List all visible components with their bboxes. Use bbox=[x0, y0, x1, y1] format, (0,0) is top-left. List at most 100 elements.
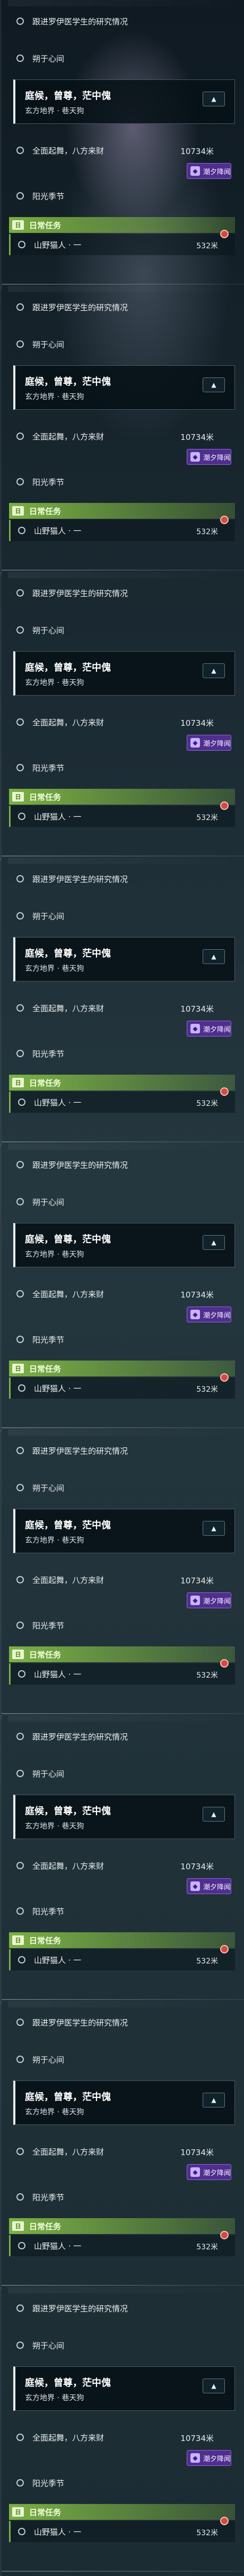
chevron-up-icon[interactable]: ▲ bbox=[203, 377, 225, 392]
panel-top-strip bbox=[8, 1143, 241, 1150]
quest-item-fortune[interactable]: 全面起舞，八方来财 10734米 bbox=[9, 1572, 235, 1587]
quest-item-heart[interactable]: 朔于心间 bbox=[9, 51, 235, 66]
daily-task-item[interactable]: 山野猫人 · 一 532米 bbox=[9, 1945, 235, 1970]
quest-item-fortune[interactable]: 全面起舞，八方来财 10734米 bbox=[9, 1001, 235, 1015]
quest-item-heart[interactable]: 朔于心间 bbox=[9, 1480, 235, 1495]
tide-event-icon: ◆ bbox=[190, 452, 200, 462]
daily-task-icon: 日 bbox=[12, 1935, 24, 1945]
quest-item-sunlight[interactable]: 阳光季节 bbox=[9, 2475, 235, 2490]
chevron-up-icon[interactable]: ▲ bbox=[203, 663, 225, 678]
quest-item-sunlight[interactable]: 阳光季节 bbox=[9, 2190, 235, 2204]
tide-event-icon: ◆ bbox=[190, 1881, 200, 1891]
daily-task-item[interactable]: 山野猫人 · 一 532米 bbox=[9, 2517, 235, 2542]
tracked-quest-card[interactable]: 庭候，曾尊，茫中傀 玄方地界 · 巷天狗 ▲ bbox=[13, 1223, 235, 1267]
tracked-quest-card[interactable]: 庭候，曾尊，茫中傀 玄方地界 · 巷天狗 ▲ bbox=[13, 651, 235, 696]
chevron-up-icon[interactable]: ▲ bbox=[203, 2093, 225, 2107]
panel-divider bbox=[2, 2285, 244, 2286]
quest-item-heart[interactable]: 朔于心间 bbox=[9, 1766, 235, 1781]
daily-task-item[interactable]: 山野猫人 · 一 532米 bbox=[9, 1659, 235, 1685]
tracked-quest-card[interactable]: 庭候，曾尊，茫中傀 玄方地界 · 巷天狗 ▲ bbox=[13, 2366, 235, 2411]
quest-item-fortune[interactable]: 全面起舞，八方来财 10734米 bbox=[9, 1286, 235, 1301]
quest-item-research[interactable]: 跟进罗伊医学生的研究情况 bbox=[9, 300, 235, 314]
daily-task-header[interactable]: 日 日常任务 bbox=[9, 503, 235, 519]
chevron-up-icon[interactable]: ▲ bbox=[203, 2379, 225, 2393]
quest-item-research[interactable]: 跟进罗伊医学生的研究情况 bbox=[9, 586, 235, 600]
quest-panel: 跟进罗伊医学生的研究情况 朔于心间 庭候，曾尊，茫中傀 玄方地界 · 巷天狗 ▲… bbox=[0, 1143, 244, 1433]
quest-item-heart[interactable]: 朔于心间 bbox=[9, 908, 235, 923]
daily-task-header[interactable]: 日 日常任务 bbox=[9, 789, 235, 805]
tracked-quest-card[interactable]: 庭候，曾尊，茫中傀 玄方地界 · 巷天狗 ▲ bbox=[13, 1795, 235, 1839]
tracked-quest-location: 玄方地界 · 巷天狗 bbox=[25, 1822, 84, 1831]
radio-circle-icon bbox=[16, 192, 24, 200]
daily-task-item[interactable]: 山野猫人 · 一 532米 bbox=[9, 230, 235, 255]
daily-task-header[interactable]: 日 日常任务 bbox=[9, 1075, 235, 1091]
tracked-quest-card[interactable]: 庭候，曾尊，茫中傀 玄方地界 · 巷天狗 ▲ bbox=[13, 1509, 235, 1553]
quest-item-sunlight[interactable]: 阳光季节 bbox=[9, 1904, 235, 1919]
quest-item-sunlight[interactable]: 阳光季节 bbox=[9, 474, 235, 489]
daily-task-header[interactable]: 日 日常任务 bbox=[9, 1361, 235, 1376]
daily-task-item[interactable]: 山野猫人 · 一 532米 bbox=[9, 1373, 235, 1399]
tracked-quest-card[interactable]: 庭候，曾尊，茫中傀 玄方地界 · 巷天狗 ▲ bbox=[13, 937, 235, 981]
tracked-quest-card[interactable]: 庭候，曾尊，茫中傀 玄方地界 · 巷天狗 ▲ bbox=[13, 2080, 235, 2125]
quest-item-fortune[interactable]: 全面起舞，八方来财 10734米 bbox=[9, 2430, 235, 2445]
quest-item-heart[interactable]: 朔于心间 bbox=[9, 2052, 235, 2067]
daily-task-header[interactable]: 日 日常任务 bbox=[9, 1932, 235, 1948]
tracked-quest-card[interactable]: 庭候，曾尊，茫中傀 玄方地界 · 巷天狗 ▲ bbox=[13, 79, 235, 124]
alert-dot-icon bbox=[220, 2231, 229, 2239]
quest-item-research[interactable]: 跟进罗伊医学生的研究情况 bbox=[9, 2301, 235, 2316]
chevron-up-icon[interactable]: ▲ bbox=[203, 1235, 225, 1250]
daily-task-title: 山野猫人 · 一 bbox=[34, 1383, 82, 1393]
radio-circle-icon bbox=[16, 2341, 24, 2349]
quest-item-sunlight[interactable]: 阳光季节 bbox=[9, 1332, 235, 1347]
quest-item-research[interactable]: 跟进罗伊医学生的研究情况 bbox=[9, 1157, 235, 1172]
chevron-up-icon[interactable]: ▲ bbox=[203, 1807, 225, 1822]
daily-task-item[interactable]: 山野猫人 · 一 532米 bbox=[9, 2231, 235, 2256]
quest-item-sunlight[interactable]: 阳光季节 bbox=[9, 1046, 235, 1061]
quest-item-fortune[interactable]: 全面起舞，八方来财 10734米 bbox=[9, 2144, 235, 2159]
tide-event-badge[interactable]: ◆ 潮夕降闻 bbox=[187, 1592, 231, 1608]
chevron-up-icon[interactable]: ▲ bbox=[203, 92, 225, 106]
tide-event-badge[interactable]: ◆ 潮夕降闻 bbox=[187, 163, 231, 179]
quest-item-fortune[interactable]: 全面起舞，八方来财 10734米 bbox=[9, 143, 235, 158]
tide-event-badge[interactable]: ◆ 潮夕降闻 bbox=[187, 735, 231, 751]
quest-item-heart[interactable]: 朔于心间 bbox=[9, 1194, 235, 1209]
quest-item-heart[interactable]: 朔于心间 bbox=[9, 623, 235, 637]
quest-item-research[interactable]: 跟进罗伊医学生的研究情况 bbox=[9, 1729, 235, 1744]
badge-label: 潮夕降闻 bbox=[203, 454, 231, 462]
alert-dot-icon bbox=[220, 1659, 229, 1668]
quest-item-sunlight[interactable]: 阳光季节 bbox=[9, 188, 235, 203]
tide-event-badge[interactable]: ◆ 潮夕降闻 bbox=[187, 1878, 231, 1894]
quest-item-fortune[interactable]: 全面起舞，八方来财 10734米 bbox=[9, 1858, 235, 1873]
daily-task-distance: 532米 bbox=[196, 1671, 218, 1680]
tracked-quest-title: 庭候，曾尊，茫中傀 bbox=[25, 948, 111, 959]
chevron-up-icon[interactable]: ▲ bbox=[203, 1521, 225, 1536]
tracked-quest-card[interactable]: 庭候，曾尊，茫中傀 玄方地界 · 巷天狗 ▲ bbox=[13, 365, 235, 410]
tide-event-badge[interactable]: ◆ 潮夕降闻 bbox=[187, 2164, 231, 2180]
chevron-up-icon[interactable]: ▲ bbox=[203, 949, 225, 964]
daily-task-header[interactable]: 日 日常任务 bbox=[9, 2218, 235, 2234]
daily-task-item[interactable]: 山野猫人 · 一 532米 bbox=[9, 801, 235, 827]
quest-item-research[interactable]: 跟进罗伊医学生的研究情况 bbox=[9, 871, 235, 886]
quest-item-sunlight[interactable]: 阳光季节 bbox=[9, 1618, 235, 1633]
daily-task-header[interactable]: 日 日常任务 bbox=[9, 217, 235, 233]
quest-item-fortune[interactable]: 全面起舞，八方来财 10734米 bbox=[9, 429, 235, 444]
quest-item-heart[interactable]: 朔于心间 bbox=[9, 337, 235, 352]
badge-label: 潮夕降闻 bbox=[203, 168, 231, 176]
quest-item-research[interactable]: 跟进罗伊医学生的研究情况 bbox=[9, 2015, 235, 2030]
daily-task-item[interactable]: 山野猫人 · 一 532米 bbox=[9, 516, 235, 541]
tide-event-badge[interactable]: ◆ 潮夕降闻 bbox=[187, 2450, 231, 2466]
quest-item-sunlight[interactable]: 阳光季节 bbox=[9, 760, 235, 775]
quest-title: 全面起舞，八方来财 bbox=[32, 1575, 104, 1585]
daily-task-item[interactable]: 山野猫人 · 一 532米 bbox=[9, 1087, 235, 1113]
quest-title: 阳光季节 bbox=[32, 763, 65, 773]
tide-event-badge[interactable]: ◆ 潮夕降闻 bbox=[187, 1307, 231, 1322]
tide-event-badge[interactable]: ◆ 潮夕降闻 bbox=[187, 1021, 231, 1037]
quest-distance: 10734米 bbox=[180, 433, 214, 442]
quest-item-fortune[interactable]: 全面起舞，八方来财 10734米 bbox=[9, 715, 235, 729]
daily-task-header[interactable]: 日 日常任务 bbox=[9, 1646, 235, 1662]
tide-event-badge[interactable]: ◆ 潮夕降闻 bbox=[187, 449, 231, 465]
quest-item-research[interactable]: 跟进罗伊医学生的研究情况 bbox=[9, 1443, 235, 1458]
quest-item-research[interactable]: 跟进罗伊医学生的研究情况 bbox=[9, 14, 235, 29]
quest-item-heart[interactable]: 朔于心间 bbox=[9, 2338, 235, 2353]
daily-task-header[interactable]: 日 日常任务 bbox=[9, 2504, 235, 2520]
